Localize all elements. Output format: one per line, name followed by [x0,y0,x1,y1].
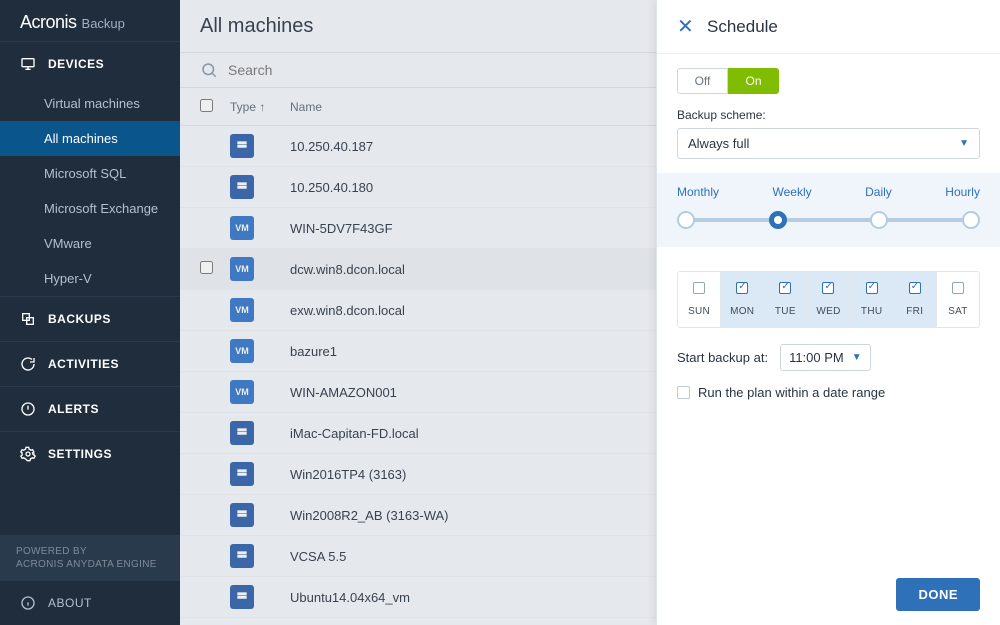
toggle-on[interactable]: On [728,68,779,94]
start-time-value: 11:00 PM [789,350,844,365]
day-label: SAT [937,306,979,317]
day-label: TUE [764,306,806,317]
frequency-selector: Monthly Weekly Daily Hourly [657,173,1000,247]
sidebar-item-all-machines[interactable]: All machines [0,121,180,156]
sidebar-item-mssql[interactable]: Microsoft SQL [0,156,180,191]
powered-by: POWERED BY ACRONIS ANYDATA ENGINE [0,535,180,581]
schedule-panel: ✕ Schedule Off On Backup scheme: Always … [656,0,1000,625]
close-icon[interactable]: ✕ [677,14,695,39]
day-checkbox[interactable] [866,282,878,294]
day-checkbox[interactable] [822,282,834,294]
nav-about-label: ABOUT [48,596,92,610]
weekday-selector: SUNMONTUEWEDTHUFRISAT [677,271,980,328]
day-checkbox[interactable] [952,282,964,294]
backups-icon [20,311,36,327]
sidebar: Acronis Backup DEVICES Virtual machines … [0,0,180,625]
frequency-slider[interactable] [677,209,980,229]
day-sat[interactable]: SAT [937,272,979,327]
alerts-icon [20,401,36,417]
day-fri[interactable]: FRI [894,272,937,327]
nav-backups-label: BACKUPS [48,312,111,326]
nav-backups[interactable]: BACKUPS [0,297,180,341]
panel-title: Schedule [707,17,778,37]
done-button[interactable]: DONE [896,578,980,611]
day-sun[interactable]: SUN [678,272,721,327]
sidebar-item-virtual-machines[interactable]: Virtual machines [0,86,180,121]
backup-scheme-select[interactable]: Always full ▼ [677,128,980,159]
start-backup-row: Start backup at: 11:00 PM ▼ [677,344,980,371]
about-icon [20,595,36,611]
day-label: MON [721,306,763,317]
day-tue[interactable]: TUE [764,272,807,327]
date-range-option[interactable]: Run the plan within a date range [677,385,980,400]
sidebar-item-vmware[interactable]: VMware [0,226,180,261]
logo: Acronis Backup [0,0,180,41]
day-label: FRI [894,306,936,317]
date-range-label: Run the plan within a date range [698,385,885,400]
freq-daily[interactable]: Daily [865,185,892,199]
nav-alerts[interactable]: ALERTS [0,387,180,431]
day-checkbox[interactable] [693,282,705,294]
nav-devices[interactable]: DEVICES [0,42,180,86]
day-label: SUN [678,306,720,317]
chevron-down-icon: ▼ [959,138,969,149]
backup-scheme-label: Backup scheme: [677,108,980,122]
day-mon[interactable]: MON [721,272,764,327]
date-range-checkbox[interactable] [677,386,690,399]
nav-settings[interactable]: SETTINGS [0,432,180,476]
schedule-toggle[interactable]: Off On [677,68,779,94]
sidebar-item-msexchange[interactable]: Microsoft Exchange [0,191,180,226]
day-label: THU [851,306,893,317]
nav-activities-label: ACTIVITIES [48,357,119,371]
devices-icon [20,56,36,72]
nav-settings-label: SETTINGS [48,447,112,461]
start-time-select[interactable]: 11:00 PM ▼ [780,344,871,371]
settings-icon [20,446,36,462]
nav-alerts-label: ALERTS [48,402,99,416]
chevron-down-icon: ▼ [852,352,862,363]
toggle-off[interactable]: Off [677,68,728,94]
activities-icon [20,356,36,372]
day-checkbox[interactable] [736,282,748,294]
nav-activities[interactable]: ACTIVITIES [0,342,180,386]
panel-header: ✕ Schedule [657,0,1000,54]
day-thu[interactable]: THU [851,272,894,327]
day-checkbox[interactable] [779,282,791,294]
logo-main: Acronis [20,12,77,33]
sidebar-item-hyperv[interactable]: Hyper-V [0,261,180,296]
freq-weekly[interactable]: Weekly [773,185,812,199]
day-checkbox[interactable] [909,282,921,294]
freq-hourly[interactable]: Hourly [945,185,980,199]
day-wed[interactable]: WED [807,272,850,327]
start-backup-label: Start backup at: [677,350,768,365]
nav-about[interactable]: ABOUT [0,581,180,625]
nav-devices-label: DEVICES [48,57,104,71]
day-label: WED [807,306,849,317]
logo-sub: Backup [82,16,125,31]
freq-monthly[interactable]: Monthly [677,185,719,199]
backup-scheme-value: Always full [688,136,749,151]
